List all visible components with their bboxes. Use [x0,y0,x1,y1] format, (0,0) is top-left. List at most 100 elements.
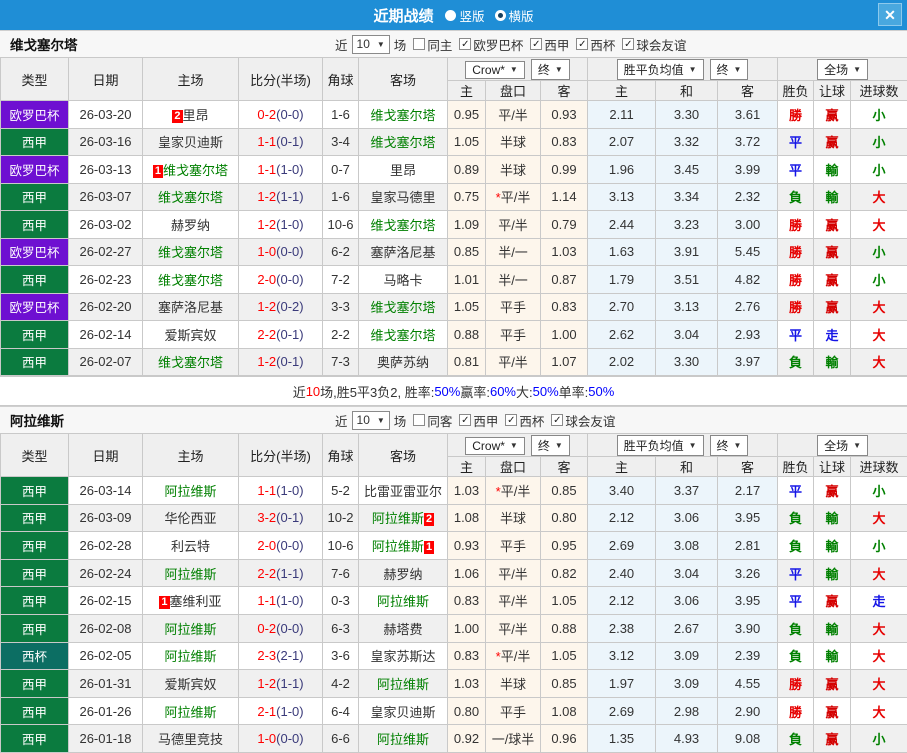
team1-filter-controls: 近10▼场同主✓欧罗巴杯✓西甲✓西杯✓球会友谊 [335,35,686,54]
away-team-cell: 皇家马德里 [359,183,448,211]
home-team-name: 维戈塞尔塔 [158,190,223,205]
fulltime-score: 1-0 [257,731,276,746]
avg-source-dropdown[interactable]: 胜平负均值▼ [617,59,704,80]
fulltime-score: 1-1 [257,483,276,498]
avg-draw-cell: 3.34 [656,183,718,211]
fulltime-score: 2-2 [257,566,276,581]
avg-draw-cell: 4.93 [656,725,718,753]
home-team-name: 阿拉维斯 [164,622,216,637]
result-handicap-cell: 赢 [814,697,851,725]
home-team-cell: 利云特 [143,532,239,560]
corners-cell: 5-2 [323,477,359,505]
odds-source-dropdown[interactable]: Crow*▼ [465,61,525,79]
avg-away-header: 客 [718,457,778,477]
checkbox[interactable] [413,414,425,426]
odds-final-dropdown[interactable]: 终▼ [531,59,570,80]
checkbox-checked[interactable]: ✓ [505,414,517,426]
avg-home-header: 主 [588,457,656,477]
halftime-score: (0-0) [276,538,303,553]
result-goals-cell: 大 [851,642,907,670]
away-team-name: 皇家贝迪斯 [370,705,435,720]
checkbox[interactable] [413,38,425,50]
odds-away-cell: 0.88 [541,614,588,642]
result-goals-cell: 小 [851,477,907,505]
radio-horizontal-layout[interactable]: 横版 [495,6,534,25]
type-cell: 西甲 [1,725,69,753]
avg-away-cell: 3.26 [718,559,778,587]
fulltime-score: 2-0 [257,538,276,553]
avg-source-dropdown-label: 胜平负均值 [624,61,684,78]
avg-home-cell: 3.13 [588,183,656,211]
avg-final-dropdown[interactable]: 终▼ [710,435,749,456]
handicap-cell: 平手 [486,697,541,725]
date-cell: 26-02-23 [69,266,143,294]
score-cell: 3-2(0-1) [239,504,323,532]
halftime-score: (0-1) [276,327,303,342]
type-cell: 西甲 [1,211,69,239]
odds-source-dropdown[interactable]: Crow*▼ [465,437,525,455]
column-header: 角球 [323,58,359,101]
avg-home-cell: 2.07 [588,128,656,156]
column-header: 类型 [1,58,69,101]
match-row: 欧罗巴杯26-03-131维戈塞尔塔1-1(1-0)0-7里昂0.89半球0.9… [1,156,907,184]
dropdown-arrow-icon: ▼ [853,441,861,450]
red-card-badge: 1 [153,165,163,178]
halftime-score: (0-1) [276,354,303,369]
score-cell: 2-1(1-0) [239,697,323,725]
corners-cell: 6-4 [323,697,359,725]
checkbox-checked[interactable]: ✓ [459,414,471,426]
home-team-cell: 爱斯宾奴 [143,321,239,349]
type-cell: 西甲 [1,587,69,615]
home-team-name: 爱斯宾奴 [164,328,216,343]
checkbox-checked[interactable]: ✓ [459,38,471,50]
avg-source-dropdown-label: 胜平负均值 [624,437,684,454]
recent-count-select[interactable]: 10▼ [352,411,390,430]
result-goals-cell: 大 [851,348,907,376]
checkbox-checked[interactable]: ✓ [530,38,542,50]
away-team-cell: 阿拉维斯 [359,725,448,753]
halftime-score: (1-1) [276,566,303,581]
fulltime-score: 1-1 [257,593,276,608]
games-label: 场 [394,411,407,430]
odds-away-cell: 0.80 [541,504,588,532]
recent-label: 近 [335,411,348,430]
result-wdl-cell: 勝 [778,101,814,129]
home-team-cell: 维戈塞尔塔 [143,238,239,266]
scope-dropdown[interactable]: 全场▼ [817,435,868,456]
halftime-score: (1-1) [276,189,303,204]
handicap-text: 半/一 [498,245,528,260]
away-team-cell: 维戈塞尔塔 [359,321,448,349]
result-wdl-cell: 勝 [778,697,814,725]
score-cell: 0-2(0-0) [239,101,323,129]
team2-filter-controls: 近10▼场同客✓西甲✓西杯✓球会友谊 [335,411,615,430]
corners-cell: 7-3 [323,348,359,376]
avg-dropdown-group: 胜平负均值▼ 终▼ [588,434,778,457]
match-row: 西甲26-02-08阿拉维斯0-2(0-0)6-3赫塔费1.00平/半0.882… [1,614,907,642]
scope-dropdown[interactable]: 全场▼ [817,59,868,80]
checkbox-checked[interactable]: ✓ [622,38,634,50]
odds-source-dropdown-label: Crow* [472,439,505,453]
home-team-cell: 1塞维利亚 [143,587,239,615]
avg-home-header: 主 [588,81,656,101]
recent-count-select[interactable]: 10▼ [352,35,390,54]
match-row: 西甲26-02-24阿拉维斯2-2(1-1)7-6赫罗纳1.06平/半0.822… [1,559,907,587]
away-team-name: 阿拉维斯 [372,539,424,554]
radio-vertical-layout[interactable]: 竖版 [445,6,484,25]
home-team-name: 维戈塞尔塔 [158,355,223,370]
odds-final-dropdown[interactable]: 终▼ [531,435,570,456]
date-cell: 26-03-16 [69,128,143,156]
match-row: 西甲26-02-14爱斯宾奴2-2(0-1)2-2维戈塞尔塔0.88平手1.00… [1,321,907,349]
close-button[interactable]: ✕ [878,3,902,26]
matches-table: 类型日期主场比分(半场)角球客场Crow*▼终▼胜平负均值▼终▼全场▼主盘口客主… [0,57,907,376]
checkbox-checked[interactable]: ✓ [551,414,563,426]
score-cell: 1-1(1-0) [239,156,323,184]
avg-draw-header: 和 [656,81,718,101]
home-team-cell: 塞萨洛尼基 [143,293,239,321]
handicap-text: 平/半 [501,484,531,499]
same-venue-label: 同主 [427,35,452,54]
home-team-cell: 维戈塞尔塔 [143,348,239,376]
avg-source-dropdown[interactable]: 胜平负均值▼ [617,435,704,456]
checkbox-checked[interactable]: ✓ [576,38,588,50]
odds-home-cell: 0.80 [448,697,486,725]
avg-final-dropdown[interactable]: 终▼ [710,59,749,80]
